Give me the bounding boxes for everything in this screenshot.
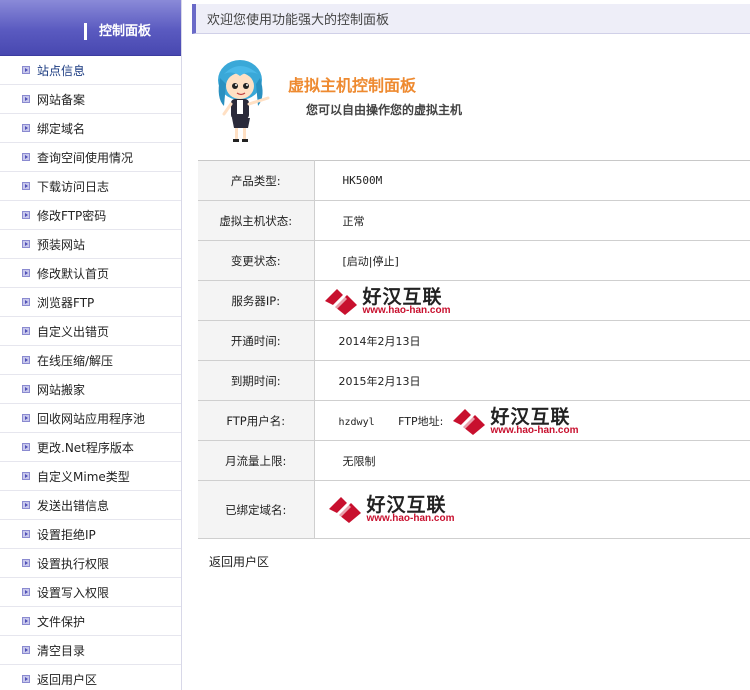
- bullet-icon: [22, 95, 30, 103]
- traffic-limit-value: 无限制: [314, 440, 750, 481]
- bullet-icon: [22, 240, 30, 248]
- sidebar-item-default-page[interactable]: 修改默认首页: [0, 259, 181, 288]
- sidebar-item-bind-domain[interactable]: 绑定域名: [0, 114, 181, 143]
- watermark-brand: 好汉互联: [366, 494, 447, 516]
- sidebar: 控制面板 站点信息 网站备案 绑定域名 查询空间使用情况 下载访问日志 修改FT…: [0, 0, 182, 690]
- bullet-icon: [22, 443, 30, 451]
- bullet-icon: [22, 327, 30, 335]
- watermark-brand: 好汉互联: [490, 406, 571, 428]
- bullet-icon: [22, 472, 30, 480]
- site-info-table: 产品类型: HK500M 虚拟主机状态: 正常 变更状态: [启动|停止] 服务…: [198, 160, 750, 539]
- row-change-status: 变更状态: [启动|停止]: [198, 240, 750, 281]
- traffic-limit-label: 月流量上限:: [198, 440, 315, 481]
- watermark-logo-icon: [324, 289, 357, 315]
- ftp-user-value: hzdwyl: [338, 416, 375, 428]
- sidebar-item-write-permission[interactable]: 设置写入权限: [0, 578, 181, 607]
- sidebar-item-icp-filing[interactable]: 网站备案: [0, 85, 181, 114]
- watermark-logo-icon: [452, 409, 485, 435]
- row-expire-time: 到期时间: 2015年2月13日: [198, 360, 750, 401]
- change-status-cell: [启动|停止]: [314, 240, 750, 281]
- welcome-bar: 欢迎您使用功能强大的控制面板: [192, 4, 750, 34]
- sidebar-item-browser-ftp[interactable]: 浏览器FTP: [0, 288, 181, 317]
- bullet-icon: [22, 269, 30, 277]
- product-type-value: HK500M: [314, 160, 750, 201]
- bullet-icon: [22, 182, 30, 190]
- watermark-url: www.hao-han.com: [366, 513, 455, 524]
- sidebar-item-file-protect[interactable]: 文件保护: [0, 607, 181, 636]
- bullet-icon: [22, 617, 30, 625]
- sidebar-item-online-zip[interactable]: 在线压缩/解压: [0, 346, 181, 375]
- sidebar-item-download-logs[interactable]: 下载访问日志: [0, 172, 181, 201]
- sidebar-item-error-pages[interactable]: 自定义出错页: [0, 317, 181, 346]
- banner-title: 虚拟主机控制面板: [288, 76, 417, 95]
- row-host-status: 虚拟主机状态: 正常: [198, 200, 750, 241]
- sidebar-item-send-errors[interactable]: 发送出错信息: [0, 491, 181, 520]
- product-type-label: 产品类型:: [198, 160, 315, 201]
- bullet-icon: [22, 588, 30, 596]
- open-time-label: 开通时间:: [198, 320, 315, 361]
- watermark-logo-icon: [328, 497, 361, 523]
- bullet-icon: [22, 385, 30, 393]
- ftp-addr-label: FTP地址:: [398, 414, 444, 428]
- server-ip-label: 服务器IP:: [198, 280, 315, 321]
- row-open-time: 开通时间: 2014年2月13日: [198, 320, 750, 361]
- watermark-logo: 好汉互联 www.hao-han.com: [449, 403, 585, 439]
- bullet-icon: [22, 124, 30, 132]
- bullet-icon: [22, 298, 30, 306]
- row-ftp-user: FTP用户名: hzdwyl FTP地址: 好汉互联 www.hao-han.c…: [198, 400, 750, 441]
- bullet-icon: [22, 211, 30, 219]
- watermark-logo: 好汉互联 www.hao-han.com: [321, 283, 457, 319]
- host-status-value: 正常: [314, 200, 750, 241]
- bullet-icon: [22, 356, 30, 364]
- row-product-type: 产品类型: HK500M: [198, 160, 750, 201]
- expire-time-label: 到期时间:: [198, 360, 315, 401]
- back-to-user-area-link[interactable]: 返回用户区: [209, 553, 269, 570]
- server-ip-value: 好汉互联 www.hao-han.com: [314, 280, 750, 321]
- sidebar-item-exec-permission[interactable]: 设置执行权限: [0, 549, 181, 578]
- watermark-url: www.hao-han.com: [490, 425, 579, 436]
- bullet-icon: [22, 501, 30, 509]
- bound-domains-label: 已绑定域名:: [198, 480, 315, 539]
- bullet-icon: [22, 414, 30, 422]
- bullet-icon: [22, 153, 30, 161]
- sidebar-item-recycle-pool[interactable]: 回收网站应用程序池: [0, 404, 181, 433]
- sidebar-header: 控制面板: [0, 0, 181, 56]
- row-traffic-limit: 月流量上限: 无限制: [198, 440, 750, 481]
- sidebar-header-bar: [84, 23, 87, 40]
- sidebar-item-deny-ip[interactable]: 设置拒绝IP: [0, 520, 181, 549]
- banner-subtitle: 您可以自由操作您的虚拟主机: [306, 103, 463, 117]
- row-bound-domains: 已绑定域名: 好汉互联 www.hao-han.com: [198, 480, 750, 539]
- row-server-ip: 服务器IP: 好汉互联 www.hao-han.com: [198, 280, 750, 321]
- bound-domains-value: 好汉互联 www.hao-han.com: [314, 480, 750, 539]
- ftp-user-cell: hzdwyl FTP地址: 好汉互联 www.hao-han.com: [314, 400, 750, 441]
- sidebar-item-back-user-area[interactable]: 返回用户区: [0, 665, 181, 690]
- sidebar-item-clear-dir[interactable]: 清空目录: [0, 636, 181, 665]
- bullet-icon: [22, 646, 30, 654]
- welcome-text: 欢迎您使用功能强大的控制面板: [207, 13, 390, 28]
- bullet-icon: [22, 66, 30, 74]
- expire-time-value: 2015年2月13日: [314, 360, 750, 401]
- open-time-value: 2014年2月13日: [314, 320, 750, 361]
- change-status-label: 变更状态:: [198, 240, 315, 281]
- bullet-icon: [22, 559, 30, 567]
- sidebar-item-mime-types[interactable]: 自定义Mime类型: [0, 462, 181, 491]
- watermark-brand: 好汉互联: [362, 286, 443, 308]
- sidebar-item-site-info[interactable]: 站点信息: [0, 56, 181, 85]
- sidebar-item-ftp-password[interactable]: 修改FTP密码: [0, 201, 181, 230]
- banner: 虚拟主机控制面板 您可以自由操作您的虚拟主机: [198, 48, 750, 152]
- sidebar-item-site-migrate[interactable]: 网站搬家: [0, 375, 181, 404]
- sidebar-item-dotnet-version[interactable]: 更改.Net程序版本: [0, 433, 181, 462]
- sidebar-menu: 站点信息 网站备案 绑定域名 查询空间使用情况 下载访问日志 修改FTP密码 预…: [0, 56, 181, 690]
- bullet-icon: [22, 530, 30, 538]
- bullet-icon: [22, 675, 30, 683]
- ftp-user-label: FTP用户名:: [198, 400, 315, 441]
- sidebar-title: 控制面板: [99, 24, 152, 39]
- mascot-icon: [218, 60, 270, 142]
- sidebar-item-space-usage[interactable]: 查询空间使用情况: [0, 143, 181, 172]
- watermark-logo: 好汉互联 www.hao-han.com: [325, 491, 461, 527]
- sidebar-item-preinstall-site[interactable]: 预装网站: [0, 230, 181, 259]
- host-status-label: 虚拟主机状态:: [198, 200, 315, 241]
- watermark-url: www.hao-han.com: [362, 305, 451, 316]
- start-stop-link[interactable]: [启动|停止]: [343, 255, 399, 268]
